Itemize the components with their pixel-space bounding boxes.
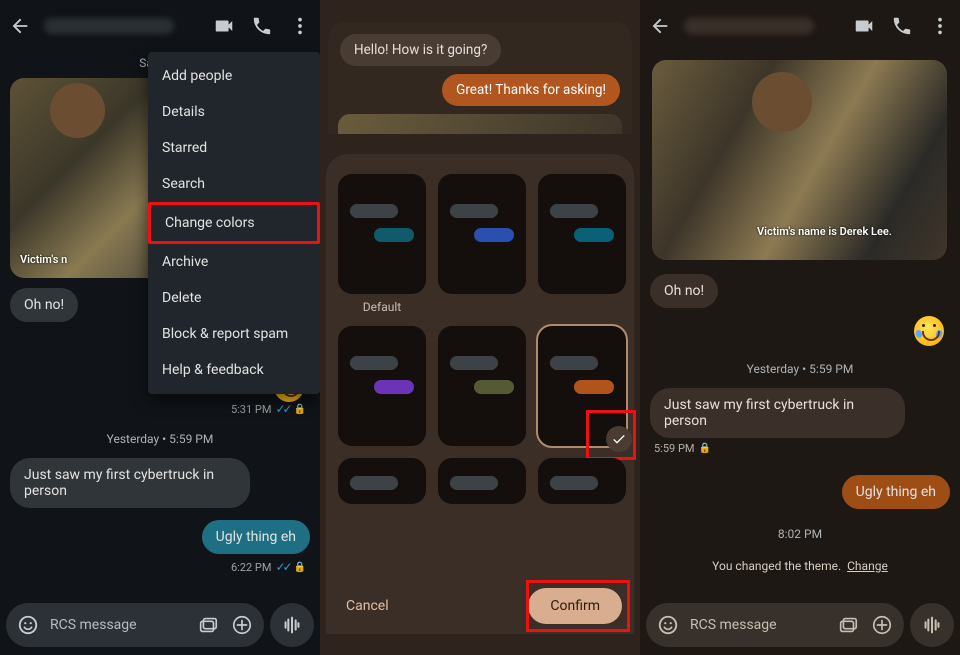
date-separator: Yesterday • 5:59 PM (0, 432, 320, 446)
add-button[interactable] (870, 613, 894, 637)
change-theme-link[interactable]: Change (847, 559, 888, 573)
compose-placeholder: RCS message (690, 617, 826, 633)
laughing-emoji-reaction[interactable] (914, 316, 944, 346)
lock-icon: 🔒 (294, 404, 306, 415)
theme-swatch-purple[interactable] (338, 326, 426, 446)
menu-search[interactable]: Search (148, 166, 320, 202)
menu-change-colors[interactable]: Change colors (148, 202, 320, 244)
compose-placeholder: RCS message (50, 617, 186, 633)
video-call-icon (213, 15, 235, 37)
timestamp: 5:59 PM (654, 442, 694, 455)
emoji-icon (657, 614, 679, 636)
more-options-button[interactable] (926, 12, 954, 40)
cancel-button[interactable]: Cancel (338, 588, 397, 624)
gallery-button[interactable] (836, 613, 860, 637)
emoji-button[interactable] (656, 613, 680, 637)
theme-swatch[interactable] (338, 458, 426, 504)
message-in[interactable]: Just saw my first cybertruck in person (650, 388, 905, 438)
voice-message-button[interactable] (270, 603, 314, 647)
message-out[interactable]: Ugly thing eh (202, 520, 310, 554)
phone-call-button[interactable] (888, 12, 916, 40)
theme-swatch[interactable] (438, 458, 526, 504)
arrow-back-icon (649, 15, 671, 37)
lock-icon: 🔒 (294, 562, 306, 573)
more-options-button[interactable] (286, 12, 314, 40)
timestamp: 5:31 PM (231, 403, 271, 416)
back-button[interactable] (646, 12, 674, 40)
theme-swatch-blue[interactable] (438, 174, 526, 294)
emoji-button[interactable] (16, 613, 40, 637)
contact-name (44, 18, 174, 34)
system-message: You changed the theme. Change (640, 559, 960, 573)
image-caption: Victim's n (20, 253, 67, 266)
menu-delete[interactable]: Delete (148, 280, 320, 316)
top-bar (640, 0, 960, 52)
compose-bar: RCS message (640, 595, 960, 655)
theme-swatch-default[interactable] (338, 174, 426, 294)
read-receipt-icon: ✓✓ (275, 402, 289, 416)
plus-icon (871, 614, 893, 636)
menu-archive[interactable]: Archive (148, 244, 320, 280)
tutorial-highlight (586, 410, 636, 460)
swatch-label: Default (338, 300, 426, 314)
add-button[interactable] (230, 613, 254, 637)
message-meta: 5:31 PM ✓✓ 🔒 (0, 402, 320, 416)
phone-call-icon (251, 15, 273, 37)
audio-wave-icon (921, 614, 943, 636)
phone-call-icon (891, 15, 913, 37)
message-in[interactable]: Oh no! (650, 274, 718, 308)
theme-swatch-olive[interactable] (438, 326, 526, 446)
preview-message-out: Great! Thanks for asking! (442, 74, 620, 106)
gallery-button[interactable] (196, 613, 220, 637)
compose-field[interactable]: RCS message (646, 603, 904, 647)
theme-swatch[interactable] (538, 458, 626, 504)
tutorial-highlight (526, 580, 630, 632)
voice-message-button[interactable] (910, 603, 954, 647)
message-out[interactable]: Ugly thing eh (842, 475, 950, 509)
timestamp: 6:22 PM (231, 561, 271, 574)
message-in[interactable]: Oh no! (10, 288, 78, 322)
top-bar (0, 0, 320, 52)
menu-starred[interactable]: Starred (148, 130, 320, 166)
menu-add-people[interactable]: Add people (148, 58, 320, 94)
menu-help-feedback[interactable]: Help & feedback (148, 352, 320, 388)
menu-details[interactable]: Details (148, 94, 320, 130)
overflow-menu: Add people Details Starred Search Change… (148, 52, 320, 394)
video-call-icon (853, 15, 875, 37)
menu-block-report[interactable]: Block & report spam (148, 316, 320, 352)
video-call-button[interactable] (850, 12, 878, 40)
plus-icon (231, 614, 253, 636)
color-theme-sheet: Default (326, 154, 634, 634)
date-separator: Yesterday • 5:59 PM (640, 362, 960, 376)
audio-wave-icon (281, 614, 303, 636)
read-receipt-icon: ✓✓ (275, 560, 289, 574)
gallery-icon (197, 614, 219, 636)
message-meta: 6:22 PM ✓✓ 🔒 (0, 560, 320, 574)
theme-swatch-cyan[interactable] (538, 174, 626, 294)
compose-bar: RCS message (0, 595, 320, 655)
phone-call-button[interactable] (248, 12, 276, 40)
video-call-button[interactable] (210, 12, 238, 40)
timestamp: 8:02 PM (640, 527, 960, 541)
image-caption: Victim's name is Derek Lee. (757, 225, 892, 238)
gallery-icon (837, 614, 859, 636)
contact-name (684, 18, 814, 34)
arrow-back-icon (9, 15, 31, 37)
back-button[interactable] (6, 12, 34, 40)
compose-field[interactable]: RCS message (6, 603, 264, 647)
theme-preview: Hello! How is it going? Great! Thanks fo… (328, 22, 632, 134)
emoji-icon (17, 614, 39, 636)
lock-icon: 🔒 (698, 443, 710, 454)
more-vert-icon (929, 15, 951, 37)
message-in[interactable]: Just saw my first cybertruck in person (10, 458, 250, 508)
message-meta: 5:59 PM 🔒 (640, 442, 960, 455)
image-message[interactable]: Victim's name is Derek Lee. (652, 60, 947, 260)
more-vert-icon (289, 15, 311, 37)
preview-message-in: Hello! How is it going? (340, 34, 501, 66)
